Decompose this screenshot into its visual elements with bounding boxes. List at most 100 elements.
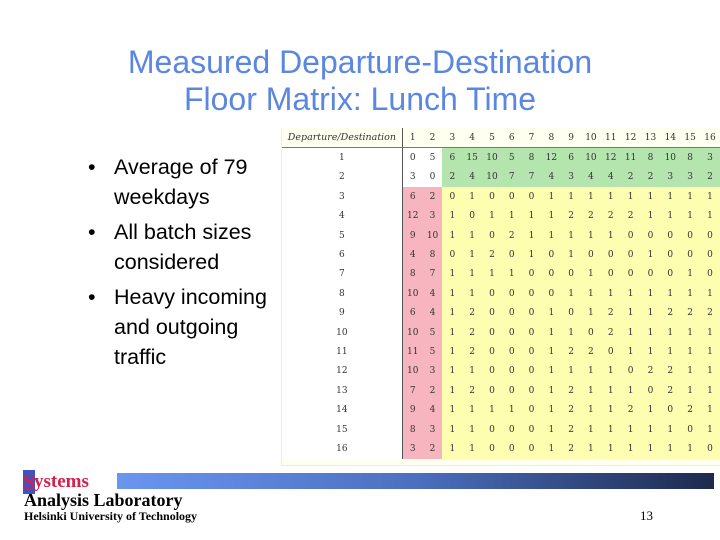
matrix-cell: 0: [482, 419, 502, 440]
bullet-item: • All batch sizes considered: [88, 217, 283, 277]
matrix-cell: 2: [482, 245, 502, 265]
matrix-cell: 0: [521, 322, 542, 343]
matrix-cell: 11: [402, 342, 423, 362]
matrix-cell: 1: [620, 381, 641, 401]
matrix-cell: 2: [620, 167, 641, 188]
matrix-cell: 1: [521, 245, 542, 265]
matrix-cell: 1: [561, 187, 581, 207]
table-row: 4 12 3 1 0 1 1 1 1 2 2 2 2 1 1 1 1: [282, 206, 720, 226]
matrix-cell: 2: [581, 342, 601, 362]
matrix-cell: 1: [680, 381, 701, 401]
matrix-cell: 2: [600, 303, 621, 323]
bullet-icon: •: [88, 220, 96, 244]
matrix-cell: 1: [442, 225, 463, 246]
matrix-cell: 0: [700, 264, 720, 285]
matrix-cell: 2: [422, 187, 443, 207]
matrix-cell: 2: [561, 419, 581, 440]
matrix-cell: 2: [620, 400, 641, 420]
matrix-cell: 0: [501, 342, 522, 362]
matrix-cell: 1: [640, 400, 661, 420]
matrix-cell: 2: [561, 400, 581, 420]
matrix-cell: 1: [541, 439, 562, 459]
matrix-cell: 1: [581, 187, 601, 207]
table-row: 8 10 4 1 1 0 0 0 0 1 1 1 1 1 1 1 1: [282, 284, 720, 304]
matrix-cell: 0: [600, 245, 621, 265]
matrix-cell: 0: [501, 361, 522, 382]
matrix-cell: 0: [600, 342, 621, 362]
matrix-cell: 8: [402, 419, 423, 440]
table-row: 5 9 10 1 1 0 2 1 1 1 1 1 0 0 0 0 0: [282, 225, 720, 246]
matrix-cell: 0: [501, 439, 522, 459]
matrix-cell: 1: [660, 322, 681, 343]
matrix-cell: 1: [521, 225, 542, 246]
matrix-cell: 0: [561, 264, 581, 285]
matrix-cell: 10: [482, 147, 502, 168]
row-header: 16: [282, 439, 403, 459]
matrix-cell: 1: [442, 206, 463, 226]
matrix-cell: 0: [660, 245, 681, 265]
column-header: 6: [501, 128, 522, 149]
matrix-cell: 1: [620, 342, 641, 362]
table-row: 96412000101211222: [282, 303, 720, 323]
matrix-cell: 2: [462, 303, 483, 323]
matrix-cell: 1: [442, 284, 463, 304]
matrix-cell: 1: [680, 206, 701, 226]
matrix-cell: 1: [640, 206, 661, 226]
column-header: 12: [620, 128, 641, 149]
matrix-cell: 2: [680, 303, 701, 323]
table-row: 16 3 2 1 1 0 0 0 1 2 1 1 1 1 1 1 0: [282, 439, 720, 459]
matrix-cell: 4: [600, 167, 621, 188]
matrix-cell: 1: [660, 439, 681, 459]
matrix-cell: 0: [700, 225, 720, 246]
matrix-cell: 1: [462, 264, 483, 285]
matrix-cell: 0: [521, 439, 542, 459]
matrix-cell: 0: [482, 342, 502, 362]
matrix-cell: 2: [561, 381, 581, 401]
row-header: 4: [282, 206, 403, 226]
matrix-cell: 0: [422, 167, 443, 188]
matrix-cell: 1: [700, 361, 720, 382]
matrix-cell: 2: [442, 167, 463, 188]
matrix-cell: 7: [521, 167, 542, 188]
matrix-cell: 1: [640, 342, 661, 362]
matrix-cell: 0: [680, 225, 701, 246]
matrix-cell: 1: [640, 245, 661, 265]
matrix-cell: 1: [600, 284, 621, 304]
column-header: 2: [422, 128, 443, 149]
column-header: 1: [402, 128, 423, 149]
logo-lab-name: Analysis Laboratory: [24, 490, 183, 510]
slide-title: Measured Departure-Destination Floor Mat…: [0, 44, 720, 118]
matrix-cell: 6: [561, 147, 581, 168]
matrix-cell: 10: [482, 167, 502, 188]
matrix-cell: 1: [620, 187, 641, 207]
matrix-cell: 1: [620, 284, 641, 304]
logo-university: Helsinki University of Technology: [24, 509, 198, 523]
row-header: 10: [282, 322, 403, 343]
matrix-cell: 7: [402, 381, 423, 401]
matrix-cell: 1: [640, 187, 661, 207]
matrix-cell: 0: [521, 361, 542, 382]
matrix-cell: 8: [521, 147, 542, 168]
matrix-cell: 0: [482, 303, 502, 323]
matrix-cell: 2: [640, 167, 661, 188]
matrix-cell: 5: [422, 322, 443, 343]
matrix-cell: 0: [501, 381, 522, 401]
matrix-cell: 0: [640, 225, 661, 246]
matrix-cell: 1: [680, 264, 701, 285]
matrix-cell: 0: [501, 187, 522, 207]
matrix-cell: 10: [402, 361, 423, 382]
table-row: 1 0 5 6 15 10 5 8 12 6 10 12 11 8 10 8 3: [282, 147, 720, 168]
matrix-cell: 2: [640, 361, 661, 382]
matrix-cell: 1: [442, 342, 463, 362]
matrix-cell: 1: [541, 322, 562, 343]
column-header: 9: [561, 128, 581, 149]
table-row: 13 7 2 1 2 0 0 0 1 2 1 1 1 0 2 1 1: [282, 381, 720, 401]
bullet-item: • Heavy incoming and outgoing traffic: [88, 282, 283, 372]
matrix-cell: 2: [561, 342, 581, 362]
matrix-cell: 11: [620, 147, 641, 168]
matrix-cell: 1: [620, 322, 641, 343]
column-header: 15: [680, 128, 701, 149]
matrix-cell: 1: [620, 303, 641, 323]
matrix-cell: 1: [541, 303, 562, 323]
matrix-cell: 1: [501, 206, 522, 226]
